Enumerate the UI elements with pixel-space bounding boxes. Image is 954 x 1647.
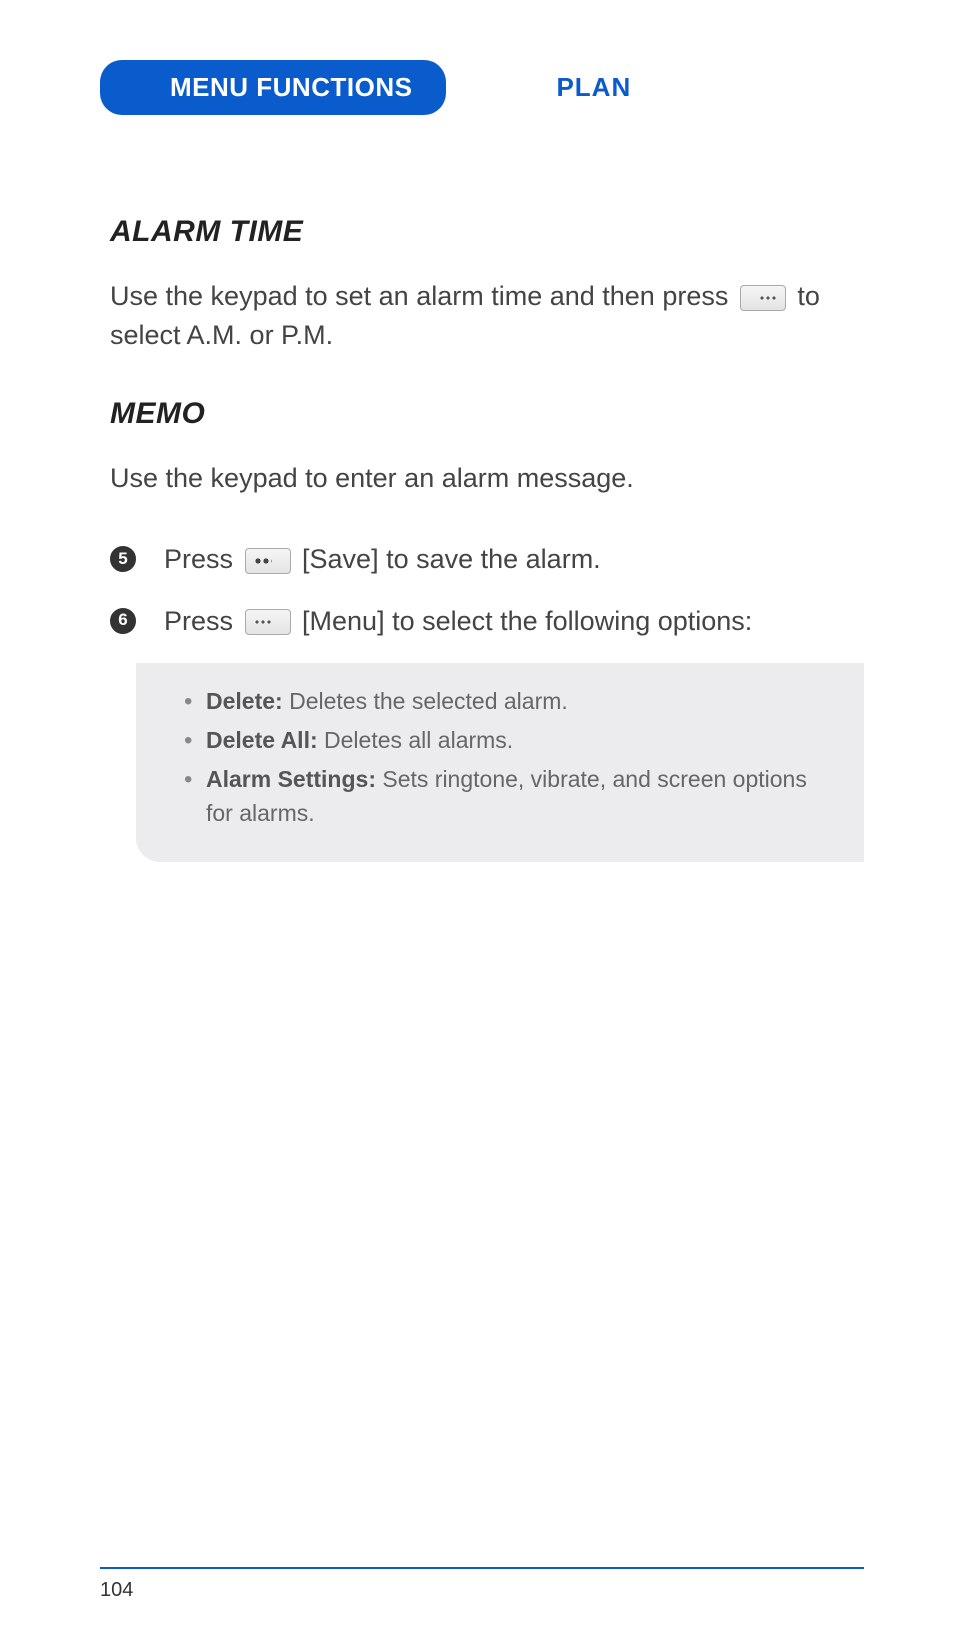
step-6-before: Press <box>164 606 241 636</box>
page-header: MENU FUNCTIONS PLAN <box>100 60 864 115</box>
step-6-after: [Menu] to select the following options: <box>295 606 753 636</box>
memo-intro: Use the keypad to enter an alarm message… <box>110 459 864 498</box>
header-tab: MENU FUNCTIONS <box>100 60 446 115</box>
step-5-text: Press [Save] to save the alarm. <box>164 540 601 579</box>
option-delete-all-desc: Deletes all alarms. <box>318 727 514 753</box>
manual-page: MENU FUNCTIONS PLAN ALARM TIME Use the k… <box>0 0 954 1647</box>
alarm-time-text-before: Use the keypad to set an alarm time and … <box>110 281 736 311</box>
alarm-time-text: Use the keypad to set an alarm time and … <box>110 277 864 355</box>
step-5-after: [Save] to save the alarm. <box>295 544 601 574</box>
option-delete: Delete: Deletes the selected alarm. <box>184 685 836 718</box>
step-6-text: Press [Menu] to select the following opt… <box>164 602 752 641</box>
option-delete-all: Delete All: Deletes all alarms. <box>184 724 836 757</box>
memo-title: MEMO <box>110 397 864 431</box>
step-6: 6 Press [Menu] to select the following o… <box>110 602 864 641</box>
step-number-5: 5 <box>118 547 127 572</box>
header-section-label: PLAN <box>556 72 631 103</box>
option-alarm-settings: Alarm Settings: Sets ringtone, vibrate, … <box>184 763 836 830</box>
soft-key-right-icon <box>740 285 786 311</box>
step-5-before: Press <box>164 544 241 574</box>
page-number: 104 <box>100 1579 133 1601</box>
step-number-6: 6 <box>118 608 127 633</box>
option-delete-label: Delete: <box>206 688 283 714</box>
option-delete-desc: Deletes the selected alarm. <box>283 688 568 714</box>
memo-steps-list: 5 Press [Save] to save the alarm. 6 Pres… <box>110 540 864 640</box>
option-alarm-settings-label: Alarm Settings: <box>206 766 376 792</box>
options-box: Delete: Deletes the selected alarm. Dele… <box>136 663 864 862</box>
alarm-time-title: ALARM TIME <box>110 215 864 249</box>
step-number-icon: 5 <box>110 546 136 572</box>
soft-key-left-icon <box>245 609 291 635</box>
page-footer: 104 <box>100 1567 864 1602</box>
step-5: 5 Press [Save] to save the alarm. <box>110 540 864 579</box>
soft-key-left-icon <box>245 548 291 574</box>
options-list: Delete: Deletes the selected alarm. Dele… <box>184 685 836 830</box>
step-number-icon: 6 <box>110 608 136 634</box>
option-delete-all-label: Delete All: <box>206 727 318 753</box>
page-content: ALARM TIME Use the keypad to set an alar… <box>100 215 864 862</box>
